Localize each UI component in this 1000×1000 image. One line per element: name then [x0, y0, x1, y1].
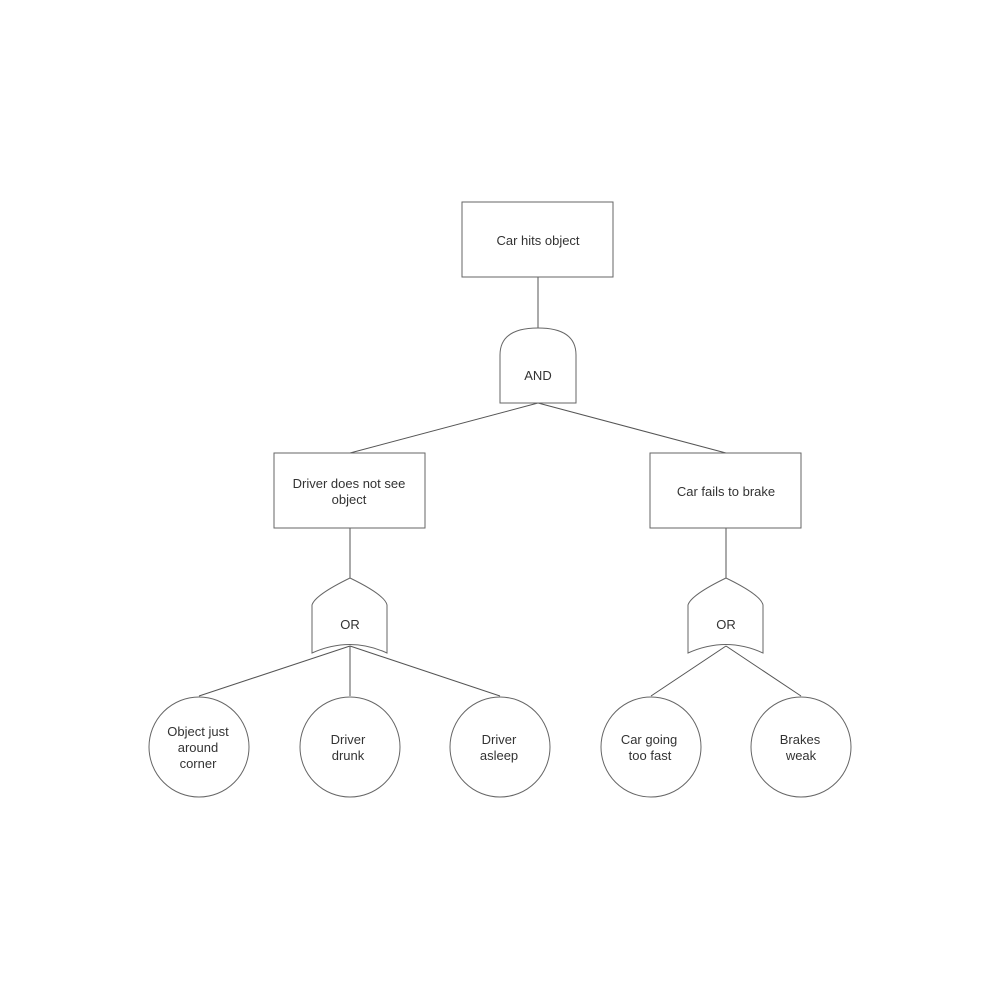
- basic-event-label: Object just: [167, 724, 229, 739]
- basic-event-label: corner: [180, 756, 218, 771]
- edge-and-to-brake: [537, 402, 727, 454]
- basic-event-label: Brakes: [780, 732, 821, 747]
- basic-event-car-too-fast[interactable]: Car going too fast: [600, 696, 702, 798]
- intermediate-event-label: Driver does not see: [293, 476, 406, 491]
- intermediate-event-label: object: [332, 492, 367, 507]
- edge-or2-to-fast: [650, 645, 727, 697]
- basic-event-label: asleep: [480, 748, 518, 763]
- basic-event-label: drunk: [332, 748, 365, 763]
- basic-event-label: Driver: [482, 732, 517, 747]
- basic-event-label: Driver: [331, 732, 366, 747]
- edge-and-to-driver: [349, 402, 539, 454]
- or-gate-label: OR: [716, 617, 736, 632]
- or-gate-2[interactable]: OR: [687, 577, 764, 654]
- fault-tree-diagram: Car hits object AND Driver does not see …: [148, 201, 852, 798]
- basic-event-object-around-corner[interactable]: Object just around corner: [148, 696, 250, 798]
- or-gate-1[interactable]: OR: [311, 577, 388, 654]
- and-gate[interactable]: AND: [499, 327, 577, 404]
- or-gate-label: OR: [340, 617, 360, 632]
- basic-event-driver-drunk[interactable]: Driver drunk: [299, 696, 401, 798]
- intermediate-event-brake[interactable]: Car fails to brake: [649, 452, 802, 529]
- basic-event-label: too fast: [629, 748, 672, 763]
- basic-event-label: around: [178, 740, 218, 755]
- and-gate-label: AND: [524, 368, 551, 383]
- basic-event-brakes-weak[interactable]: Brakes weak: [750, 696, 852, 798]
- basic-event-label: Car going: [621, 732, 677, 747]
- basic-event-driver-asleep[interactable]: Driver asleep: [449, 696, 551, 798]
- basic-event-label: weak: [785, 748, 817, 763]
- intermediate-event-label: Car fails to brake: [677, 484, 775, 499]
- top-event-label: Car hits object: [496, 233, 579, 248]
- edge-or1-to-asleep: [349, 645, 501, 697]
- edge-or1-to-corner: [198, 645, 351, 697]
- top-event[interactable]: Car hits object: [461, 201, 614, 278]
- intermediate-event-driver[interactable]: Driver does not see object: [273, 452, 426, 529]
